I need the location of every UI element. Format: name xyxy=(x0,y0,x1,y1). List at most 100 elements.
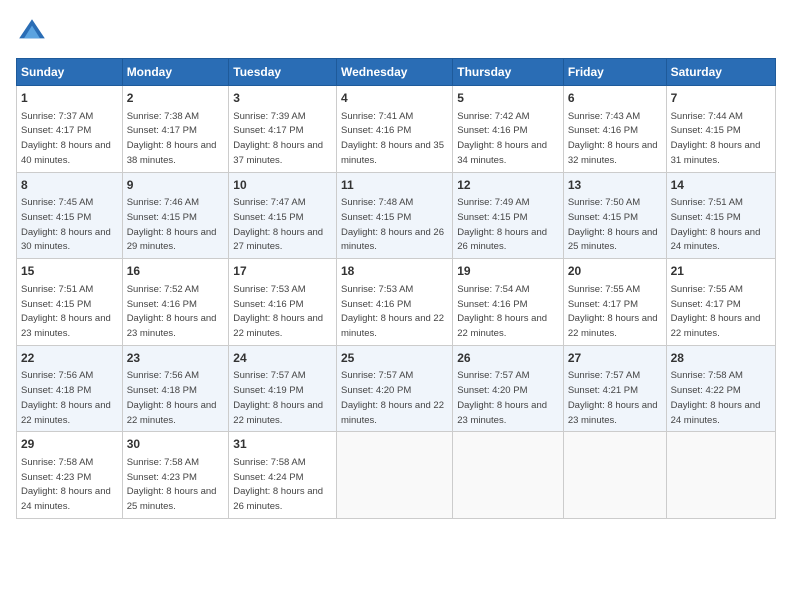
sunset-text: Sunset: 4:23 PM xyxy=(127,472,197,483)
daylight-text: Daylight: 8 hours and 22 minutes. xyxy=(457,313,547,339)
day-number: 27 xyxy=(568,350,662,367)
calendar-week-2: 8 Sunrise: 7:45 AM Sunset: 4:15 PM Dayli… xyxy=(17,172,776,259)
sunrise-text: Sunrise: 7:57 AM xyxy=(233,370,305,381)
sunrise-text: Sunrise: 7:43 AM xyxy=(568,111,640,122)
day-number: 12 xyxy=(457,177,559,194)
day-header-friday: Friday xyxy=(563,59,666,86)
daylight-text: Daylight: 8 hours and 23 minutes. xyxy=(127,313,217,339)
daylight-text: Daylight: 8 hours and 22 minutes. xyxy=(233,400,323,426)
calendar-cell: 19 Sunrise: 7:54 AM Sunset: 4:16 PM Dayl… xyxy=(453,259,564,346)
sunrise-text: Sunrise: 7:39 AM xyxy=(233,111,305,122)
sunrise-text: Sunrise: 7:46 AM xyxy=(127,197,199,208)
sunset-text: Sunset: 4:23 PM xyxy=(21,472,91,483)
sunset-text: Sunset: 4:17 PM xyxy=(671,299,741,310)
sunrise-text: Sunrise: 7:58 AM xyxy=(671,370,743,381)
day-number: 21 xyxy=(671,263,771,280)
sunrise-text: Sunrise: 7:57 AM xyxy=(568,370,640,381)
day-number: 22 xyxy=(21,350,118,367)
calendar-cell: 18 Sunrise: 7:53 AM Sunset: 4:16 PM Dayl… xyxy=(337,259,453,346)
day-number: 10 xyxy=(233,177,332,194)
calendar-cell: 6 Sunrise: 7:43 AM Sunset: 4:16 PM Dayli… xyxy=(563,86,666,173)
calendar-cell: 10 Sunrise: 7:47 AM Sunset: 4:15 PM Dayl… xyxy=(229,172,337,259)
day-number: 25 xyxy=(341,350,448,367)
day-number: 29 xyxy=(21,436,118,453)
day-number: 8 xyxy=(21,177,118,194)
sunrise-text: Sunrise: 7:51 AM xyxy=(21,284,93,295)
sunrise-text: Sunrise: 7:55 AM xyxy=(568,284,640,295)
sunrise-text: Sunrise: 7:48 AM xyxy=(341,197,413,208)
daylight-text: Daylight: 8 hours and 29 minutes. xyxy=(127,227,217,253)
sunset-text: Sunset: 4:15 PM xyxy=(341,212,411,223)
sunset-text: Sunset: 4:19 PM xyxy=(233,385,303,396)
daylight-text: Daylight: 8 hours and 35 minutes. xyxy=(341,140,444,166)
sunset-text: Sunset: 4:18 PM xyxy=(21,385,91,396)
sunset-text: Sunset: 4:24 PM xyxy=(233,472,303,483)
sunset-text: Sunset: 4:17 PM xyxy=(21,125,91,136)
sunrise-text: Sunrise: 7:56 AM xyxy=(21,370,93,381)
calendar-cell: 22 Sunrise: 7:56 AM Sunset: 4:18 PM Dayl… xyxy=(17,345,123,432)
calendar-cell: 1 Sunrise: 7:37 AM Sunset: 4:17 PM Dayli… xyxy=(17,86,123,173)
day-header-tuesday: Tuesday xyxy=(229,59,337,86)
day-number: 16 xyxy=(127,263,225,280)
calendar-cell: 17 Sunrise: 7:53 AM Sunset: 4:16 PM Dayl… xyxy=(229,259,337,346)
day-header-thursday: Thursday xyxy=(453,59,564,86)
logo xyxy=(16,16,52,48)
day-number: 18 xyxy=(341,263,448,280)
calendar-cell: 11 Sunrise: 7:48 AM Sunset: 4:15 PM Dayl… xyxy=(337,172,453,259)
calendar-cell: 21 Sunrise: 7:55 AM Sunset: 4:17 PM Dayl… xyxy=(666,259,775,346)
daylight-text: Daylight: 8 hours and 26 minutes. xyxy=(233,486,323,512)
day-number: 3 xyxy=(233,90,332,107)
sunset-text: Sunset: 4:16 PM xyxy=(127,299,197,310)
sunset-text: Sunset: 4:16 PM xyxy=(233,299,303,310)
calendar-week-1: 1 Sunrise: 7:37 AM Sunset: 4:17 PM Dayli… xyxy=(17,86,776,173)
day-number: 5 xyxy=(457,90,559,107)
calendar-cell: 30 Sunrise: 7:58 AM Sunset: 4:23 PM Dayl… xyxy=(122,432,229,519)
calendar-week-5: 29 Sunrise: 7:58 AM Sunset: 4:23 PM Dayl… xyxy=(17,432,776,519)
calendar-cell: 31 Sunrise: 7:58 AM Sunset: 4:24 PM Dayl… xyxy=(229,432,337,519)
sunset-text: Sunset: 4:15 PM xyxy=(21,299,91,310)
sunrise-text: Sunrise: 7:58 AM xyxy=(21,457,93,468)
calendar-cell: 20 Sunrise: 7:55 AM Sunset: 4:17 PM Dayl… xyxy=(563,259,666,346)
calendar-cell: 23 Sunrise: 7:56 AM Sunset: 4:18 PM Dayl… xyxy=(122,345,229,432)
page-header xyxy=(16,16,776,48)
sunrise-text: Sunrise: 7:54 AM xyxy=(457,284,529,295)
daylight-text: Daylight: 8 hours and 22 minutes. xyxy=(671,313,761,339)
sunset-text: Sunset: 4:15 PM xyxy=(568,212,638,223)
sunset-text: Sunset: 4:16 PM xyxy=(568,125,638,136)
sunset-text: Sunset: 4:16 PM xyxy=(341,299,411,310)
day-number: 2 xyxy=(127,90,225,107)
daylight-text: Daylight: 8 hours and 32 minutes. xyxy=(568,140,658,166)
sunset-text: Sunset: 4:15 PM xyxy=(671,125,741,136)
daylight-text: Daylight: 8 hours and 25 minutes. xyxy=(568,227,658,253)
calendar-table: SundayMondayTuesdayWednesdayThursdayFrid… xyxy=(16,58,776,519)
calendar-cell: 29 Sunrise: 7:58 AM Sunset: 4:23 PM Dayl… xyxy=(17,432,123,519)
day-number: 17 xyxy=(233,263,332,280)
sunset-text: Sunset: 4:21 PM xyxy=(568,385,638,396)
sunset-text: Sunset: 4:17 PM xyxy=(233,125,303,136)
calendar-cell xyxy=(666,432,775,519)
day-number: 19 xyxy=(457,263,559,280)
day-number: 7 xyxy=(671,90,771,107)
sunset-text: Sunset: 4:22 PM xyxy=(671,385,741,396)
day-number: 4 xyxy=(341,90,448,107)
calendar-cell: 9 Sunrise: 7:46 AM Sunset: 4:15 PM Dayli… xyxy=(122,172,229,259)
sunset-text: Sunset: 4:16 PM xyxy=(457,125,527,136)
sunrise-text: Sunrise: 7:57 AM xyxy=(341,370,413,381)
daylight-text: Daylight: 8 hours and 24 minutes. xyxy=(671,227,761,253)
daylight-text: Daylight: 8 hours and 31 minutes. xyxy=(671,140,761,166)
sunrise-text: Sunrise: 7:51 AM xyxy=(671,197,743,208)
sunset-text: Sunset: 4:16 PM xyxy=(457,299,527,310)
calendar-cell: 3 Sunrise: 7:39 AM Sunset: 4:17 PM Dayli… xyxy=(229,86,337,173)
sunrise-text: Sunrise: 7:58 AM xyxy=(127,457,199,468)
daylight-text: Daylight: 8 hours and 23 minutes. xyxy=(457,400,547,426)
sunrise-text: Sunrise: 7:41 AM xyxy=(341,111,413,122)
calendar-cell xyxy=(453,432,564,519)
calendar-body: 1 Sunrise: 7:37 AM Sunset: 4:17 PM Dayli… xyxy=(17,86,776,519)
sunrise-text: Sunrise: 7:45 AM xyxy=(21,197,93,208)
daylight-text: Daylight: 8 hours and 22 minutes. xyxy=(341,400,444,426)
calendar-cell: 2 Sunrise: 7:38 AM Sunset: 4:17 PM Dayli… xyxy=(122,86,229,173)
sunrise-text: Sunrise: 7:42 AM xyxy=(457,111,529,122)
daylight-text: Daylight: 8 hours and 23 minutes. xyxy=(568,400,658,426)
day-header-saturday: Saturday xyxy=(666,59,775,86)
day-number: 24 xyxy=(233,350,332,367)
